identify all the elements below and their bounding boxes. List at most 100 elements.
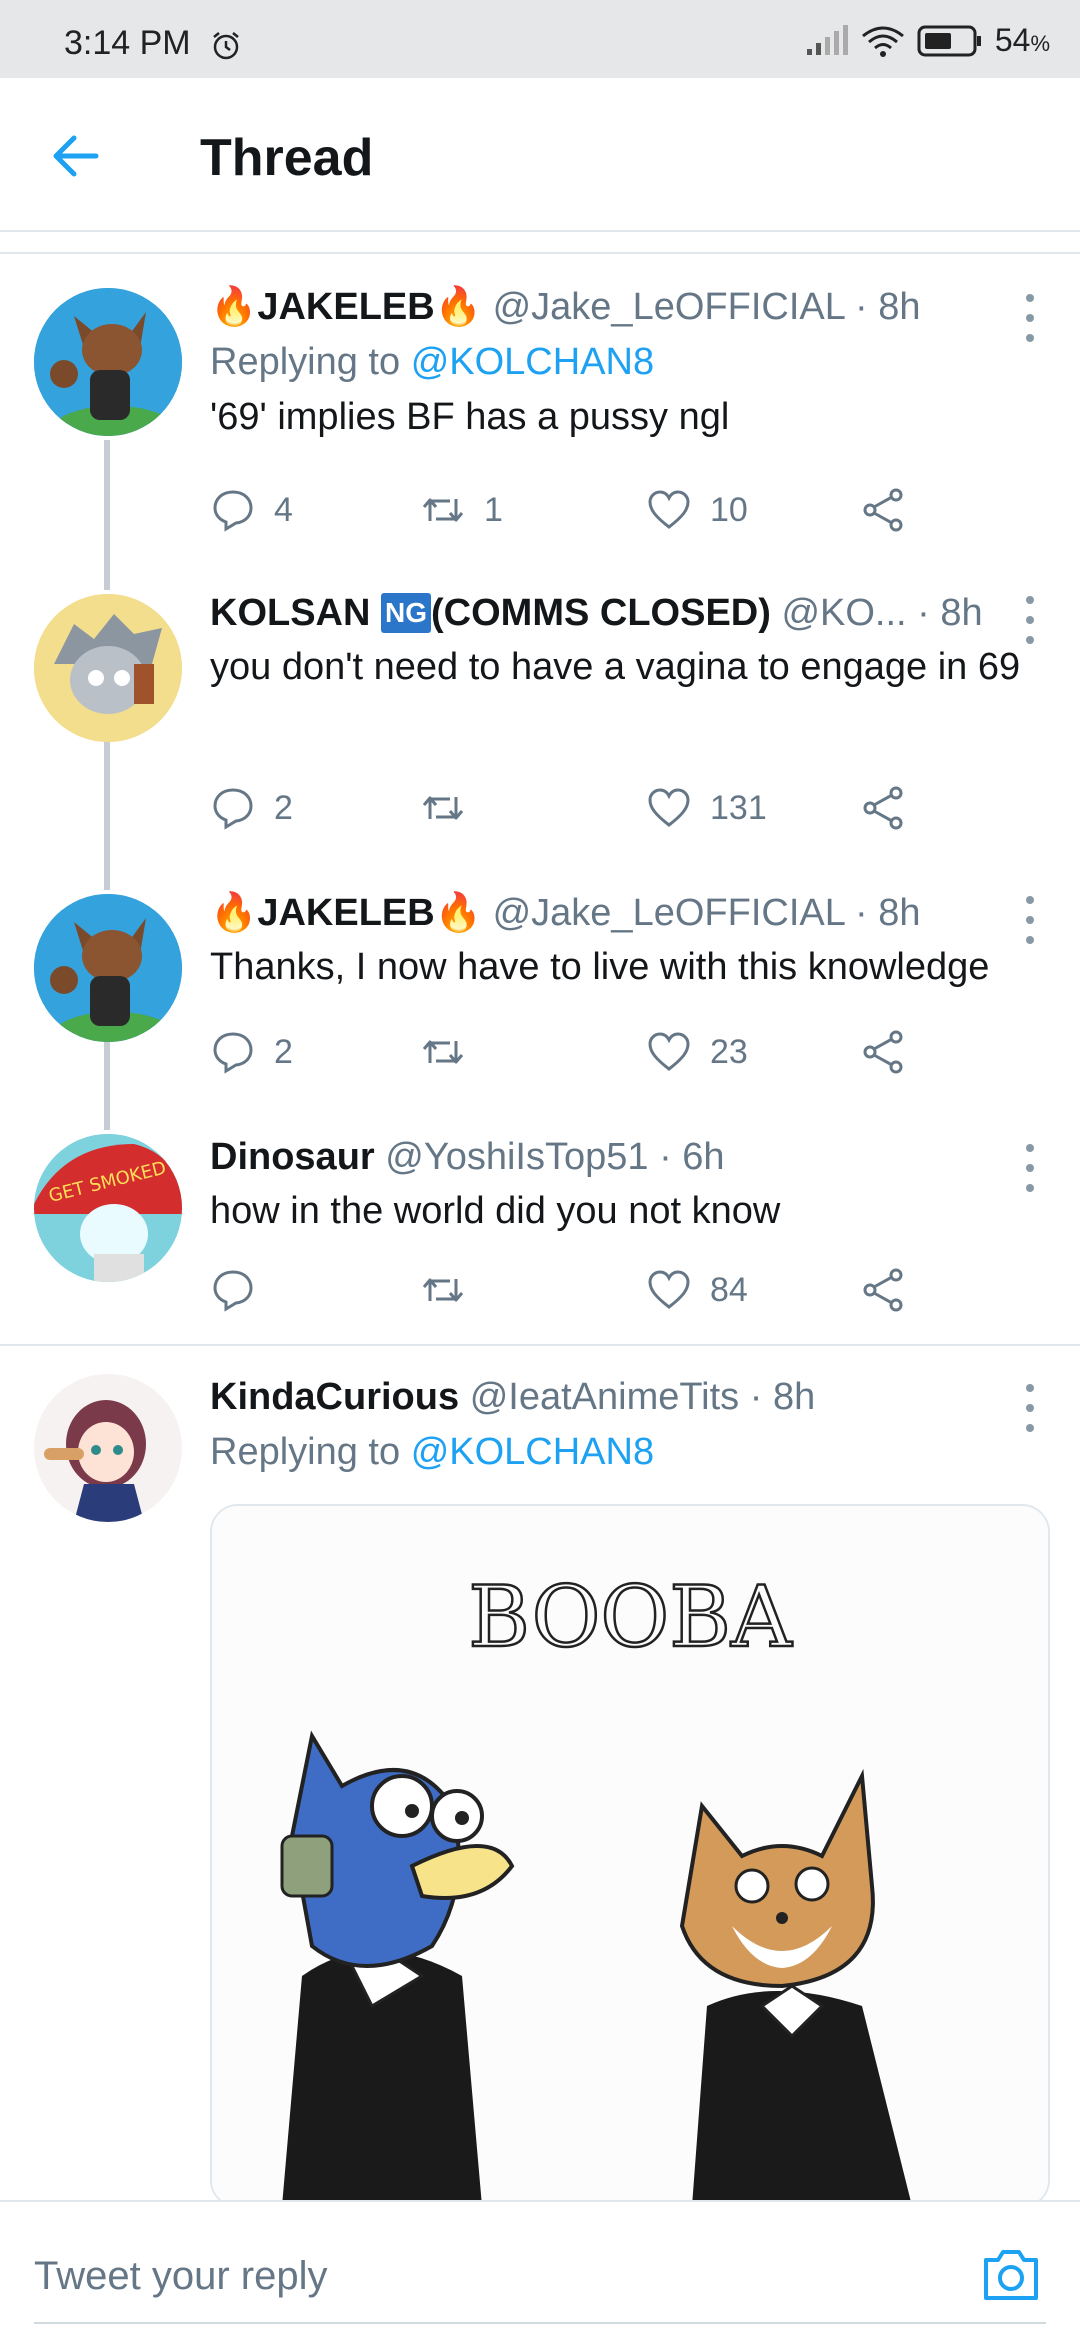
timestamp: 6h — [682, 1136, 725, 1178]
timestamp: 8h — [772, 1376, 816, 1418]
tweet-actions: 2 23 — [210, 1022, 930, 1082]
retweet-icon — [422, 796, 464, 820]
avatar[interactable]: GET SMOKED — [34, 1134, 182, 1282]
separator-dot: · — [855, 892, 868, 934]
tweet-content: 🔥JAKELEB🔥 @Jake_LeOFFICIAL · 8h Thanks, … — [210, 886, 1040, 994]
replying-to: Replying to @KOLCHAN8 — [210, 1431, 655, 1473]
more-icon[interactable] — [1020, 590, 1040, 650]
tweet-content: 🔥JAKELEB🔥 @Jake_LeOFFICIAL · 8h Replying… — [210, 280, 1040, 444]
separator-dot: · — [917, 592, 930, 634]
signal-icon — [806, 24, 848, 55]
tweet-actions: 84 — [210, 1260, 930, 1320]
retweet-button[interactable] — [420, 1022, 484, 1082]
tweet-content: KOLSAN NG (COMMS CLOSED) @KO... · 8h you … — [210, 586, 1040, 694]
share-icon — [863, 786, 903, 830]
more-icon[interactable] — [1020, 890, 1040, 950]
page-title: Thread — [200, 129, 374, 187]
avatar[interactable] — [34, 594, 182, 742]
like-button[interactable]: 84 — [646, 1260, 748, 1320]
tweet-header: 🔥JAKELEB🔥 @Jake_LeOFFICIAL · 8h — [210, 886, 1040, 940]
reply-button[interactable]: 2 — [210, 778, 293, 838]
reply-button[interactable]: 4 — [210, 480, 293, 540]
replying-to-link[interactable]: @KOLCHAN8 — [411, 341, 654, 383]
tweet-header: KindaCurious @IeatAnimeTits · 8h — [210, 1370, 1040, 1424]
display-name[interactable]: 🔥JAKELEB🔥 — [210, 286, 482, 328]
display-name[interactable]: KindaCurious — [210, 1376, 459, 1418]
alarm-icon — [213, 32, 239, 60]
tweet[interactable]: GET SMOKED Dinosaur @YoshiIsTop51 · 6h h… — [0, 1120, 1080, 1340]
reply-button[interactable]: 2 — [210, 1022, 293, 1082]
battery-icon — [917, 25, 981, 56]
handle[interactable]: @Jake_LeOFFICIAL — [493, 892, 845, 934]
avatar[interactable] — [34, 288, 182, 436]
tweet-text: Thanks, I now have to live with this kno… — [210, 946, 990, 988]
handle[interactable]: @YoshiIsTop51 — [385, 1136, 648, 1178]
timestamp: 8h — [878, 892, 921, 934]
timestamp: 8h — [940, 592, 983, 634]
media-text: BOOBA — [468, 1568, 793, 1666]
more-icon[interactable] — [1020, 1378, 1040, 1438]
like-icon — [648, 490, 690, 529]
retweet-button[interactable] — [420, 778, 484, 838]
more-icon[interactable] — [1020, 1138, 1040, 1198]
back-arrow-icon[interactable] — [46, 126, 106, 186]
share-button[interactable] — [860, 1022, 906, 1082]
tweet-content: KindaCurious @IeatAnimeTits · 8h Replyin… — [210, 1370, 1040, 1480]
divider — [0, 252, 1080, 254]
reply-icon — [213, 1270, 253, 1312]
tweet-text: how in the world did you not know — [210, 1190, 781, 1232]
avatar[interactable] — [34, 1374, 182, 1522]
handle[interactable]: @IeatAnimeTits — [470, 1376, 739, 1418]
like-button[interactable]: 10 — [646, 480, 748, 540]
ng-badge: NG — [381, 593, 432, 633]
reply-bar: Tweet your reply — [0, 2200, 1080, 2342]
tweet-header: Dinosaur @YoshiIsTop51 · 6h — [210, 1130, 1040, 1184]
header: Thread — [0, 78, 1080, 230]
camera-icon[interactable] — [980, 2244, 1042, 2306]
like-button[interactable]: 131 — [646, 778, 767, 838]
reply-icon — [213, 1032, 253, 1074]
separator-dot: · — [659, 1136, 672, 1178]
like-button[interactable]: 23 — [646, 1022, 748, 1082]
retweet-button[interactable] — [420, 1260, 484, 1320]
handle[interactable]: @Jake_LeOFFICIAL — [493, 286, 845, 328]
reply-button[interactable] — [210, 1260, 274, 1320]
avatar[interactable] — [34, 894, 182, 1042]
display-name[interactable]: 🔥JAKELEB🔥 — [210, 892, 482, 934]
status-time: 3:14 PM — [64, 24, 191, 62]
handle[interactable]: @KO... — [781, 592, 906, 634]
share-icon — [863, 1030, 903, 1074]
tweet-media-image[interactable]: BOOBA — [210, 1504, 1050, 2208]
display-name[interactable]: Dinosaur — [210, 1136, 375, 1178]
reply-icon — [213, 788, 253, 830]
divider — [34, 2322, 1046, 2324]
share-button[interactable] — [860, 480, 906, 540]
share-icon — [863, 1268, 903, 1312]
retweet-icon — [422, 1278, 464, 1302]
share-button[interactable] — [860, 778, 906, 838]
more-icon[interactable] — [1020, 288, 1040, 348]
retweet-icon — [422, 498, 464, 522]
share-icon — [863, 488, 903, 532]
timestamp: 8h — [878, 286, 921, 328]
tweet[interactable]: KOLSAN NG (COMMS CLOSED) @KO... · 8h you … — [0, 580, 1080, 850]
tweet-actions: 4 1 10 — [210, 480, 930, 540]
reply-icon — [213, 490, 253, 532]
tweet[interactable]: KindaCurious @IeatAnimeTits · 8h Replyin… — [0, 1360, 1080, 1522]
tweet-content: Dinosaur @YoshiIsTop51 · 6h how in the w… — [210, 1130, 1040, 1238]
retweet-button[interactable]: 1 — [420, 480, 503, 540]
tweet-actions: 2 131 — [210, 778, 930, 838]
reply-input[interactable]: Tweet your reply — [34, 2254, 327, 2299]
divider — [0, 1344, 1080, 1346]
replying-to-link[interactable]: @KOLCHAN8 — [411, 1431, 654, 1473]
share-button[interactable] — [860, 1260, 906, 1320]
tweet[interactable]: 🔥JAKELEB🔥 @Jake_LeOFFICIAL · 8h Replying… — [0, 270, 1080, 570]
battery-level: 54% — [994, 22, 1050, 58]
display-name[interactable]: KOLSAN NG (COMMS CLOSED) — [210, 592, 771, 634]
retweet-icon — [422, 1040, 464, 1064]
tweet[interactable]: 🔥JAKELEB🔥 @Jake_LeOFFICIAL · 8h Thanks, … — [0, 880, 1080, 1090]
tweet-text: you don't need to have a vagina to engag… — [210, 646, 1021, 688]
tweet-text: '69' implies BF has a pussy ngl — [210, 396, 730, 438]
tweet-header: 🔥JAKELEB🔥 @Jake_LeOFFICIAL · 8h — [210, 280, 1040, 334]
status-bar: 3:14 PM 54% — [0, 0, 1080, 78]
